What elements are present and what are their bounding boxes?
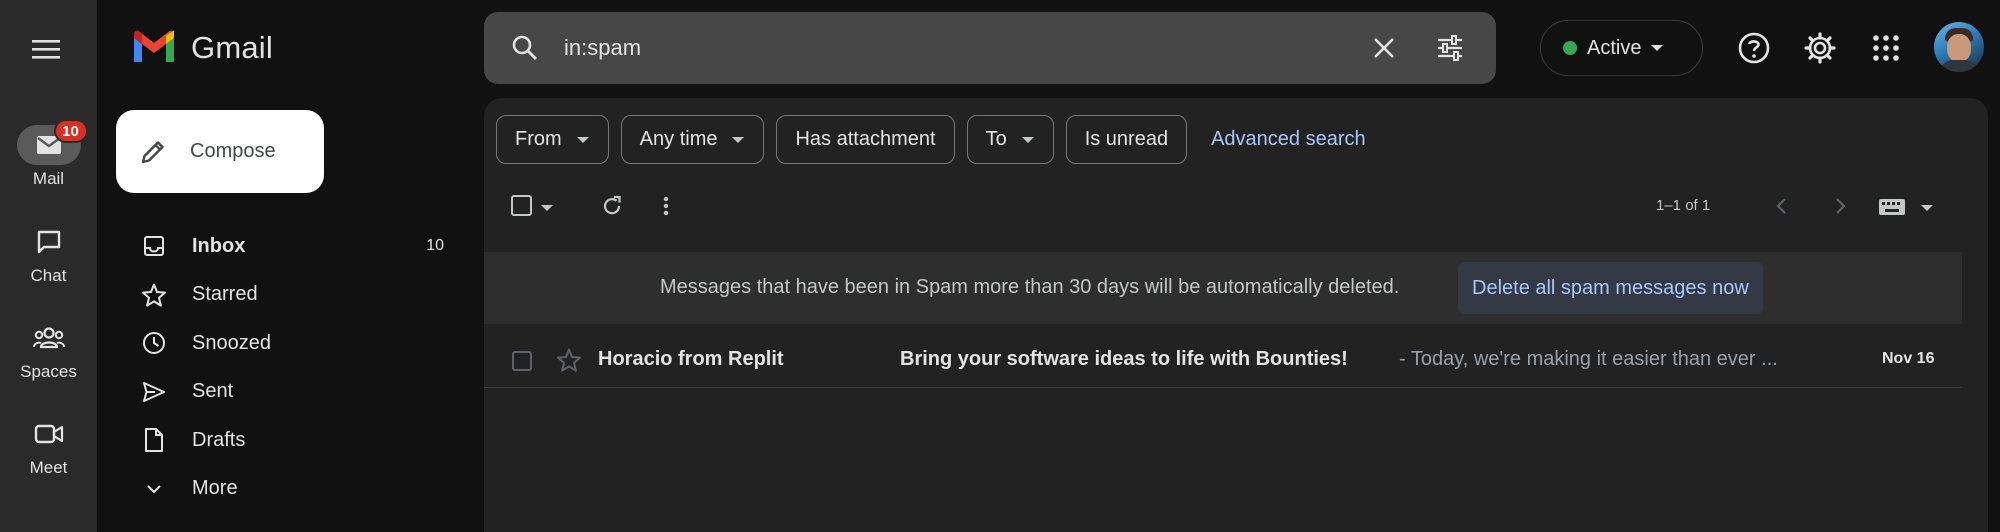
chat-icon xyxy=(17,222,81,262)
rail-spaces[interactable]: Spaces xyxy=(0,318,97,382)
status-label: Active xyxy=(1587,36,1642,59)
chevron-down-icon xyxy=(140,475,168,503)
main-menu-icon[interactable] xyxy=(26,32,66,66)
more-vert-icon[interactable] xyxy=(662,194,670,218)
search-icon[interactable] xyxy=(510,33,540,63)
gmail-logo[interactable]: Gmail xyxy=(131,30,273,66)
chip-label-to: To xyxy=(985,128,1007,150)
filter-chip-from[interactable]: From xyxy=(496,115,609,164)
delete-all-spam-button[interactable]: Delete all spam messages now xyxy=(1458,262,1763,314)
status-selector[interactable]: Active xyxy=(1540,20,1703,76)
search-bar xyxy=(484,12,1496,84)
sidebar-label-starred: Starred xyxy=(192,283,258,306)
chip-label-from: From xyxy=(515,128,562,150)
gmail-m-icon xyxy=(134,30,174,62)
mail-icon: 10 xyxy=(16,119,88,165)
keyboard-icon[interactable] xyxy=(1878,198,1906,216)
apps-grid-icon[interactable] xyxy=(1868,30,1904,66)
sidebar-label-more: More xyxy=(192,477,238,500)
main-panel: From Any time Has attachment To Is unrea… xyxy=(484,98,1988,532)
clear-search-icon[interactable] xyxy=(1368,32,1400,64)
rail-label-meet: Meet xyxy=(29,458,68,477)
caret-down-icon xyxy=(1021,136,1035,144)
pencil-icon xyxy=(141,140,164,163)
chevron-right-icon[interactable] xyxy=(1830,194,1850,218)
refresh-icon[interactable] xyxy=(600,194,624,218)
rail-label-mail: Mail xyxy=(32,169,65,188)
filter-chip-to[interactable]: To xyxy=(966,115,1054,164)
compose-button[interactable]: Compose xyxy=(116,110,324,193)
meet-icon xyxy=(17,414,81,454)
input-tools-caret-icon[interactable] xyxy=(1920,204,1934,212)
chip-label-is-unread: Is unread xyxy=(1084,128,1169,150)
select-all-checkbox[interactable] xyxy=(510,194,534,218)
help-icon[interactable] xyxy=(1736,30,1772,66)
sidebar-label-drafts: Drafts xyxy=(192,428,246,451)
mail-nav: Inbox 10 Starred Snoozed Sent Drafts Mor… xyxy=(97,222,484,513)
sidebar-item-more[interactable]: More xyxy=(97,465,484,514)
account-avatar[interactable] xyxy=(1934,22,1984,72)
sidebar-item-starred[interactable]: Starred xyxy=(97,271,484,320)
sidebar-item-snoozed[interactable]: Snoozed xyxy=(97,319,484,368)
rail-mail[interactable]: 10 Mail xyxy=(0,119,97,189)
spam-notice-banner: Messages that have been in Spam more tha… xyxy=(484,252,1962,324)
search-input[interactable] xyxy=(564,35,1324,61)
rail-chat[interactable]: Chat xyxy=(0,222,97,286)
filter-chip-has-attachment[interactable]: Has attachment xyxy=(776,115,955,164)
compose-label: Compose xyxy=(190,140,276,162)
mail-unread-badge: 10 xyxy=(53,119,88,143)
app-rail: 10 Mail Chat Spaces Meet xyxy=(0,0,97,532)
sidebar-label-sent: Sent xyxy=(192,380,234,403)
spam-notice-text: Messages that have been in Spam more tha… xyxy=(660,276,1400,298)
sidebar: Gmail Compose Inbox 10 Starred Snoozed S… xyxy=(97,0,484,532)
caret-down-icon xyxy=(576,136,590,144)
gear-icon[interactable] xyxy=(1802,30,1838,66)
chevron-left-icon[interactable] xyxy=(1772,194,1792,218)
message-row[interactable]: Horacio from Replit Bring your software … xyxy=(484,326,1962,388)
pagination-label: 1–1 of 1 xyxy=(1656,197,1711,214)
advanced-search-link[interactable]: Advanced search xyxy=(1211,128,1366,151)
message-date: Nov 16 xyxy=(1882,350,1935,367)
clock-icon xyxy=(140,329,168,357)
search-filter-chips: From Any time Has attachment To Is unrea… xyxy=(496,115,1366,164)
sidebar-item-drafts[interactable]: Drafts xyxy=(97,416,484,465)
draft-icon xyxy=(140,426,168,454)
inbox-count: 10 xyxy=(426,237,444,255)
message-sender: Horacio from Replit xyxy=(598,348,784,370)
sidebar-item-sent[interactable]: Sent xyxy=(97,368,484,417)
row-checkbox[interactable] xyxy=(511,350,533,372)
caret-down-icon xyxy=(1649,43,1665,53)
inbox-icon xyxy=(140,232,168,260)
status-dot-icon xyxy=(1563,41,1577,55)
filter-chip-any-time[interactable]: Any time xyxy=(620,115,765,164)
caret-down-icon xyxy=(731,136,745,144)
search-options-icon[interactable] xyxy=(1434,32,1466,64)
select-options-caret-icon[interactable] xyxy=(540,204,554,212)
rail-meet[interactable]: Meet xyxy=(0,414,97,478)
message-snippet: - Today, we're making it easier than eve… xyxy=(1399,348,1778,370)
sidebar-label-inbox: Inbox xyxy=(192,234,246,257)
sidebar-item-inbox[interactable]: Inbox 10 xyxy=(97,222,484,271)
filter-chip-is-unread[interactable]: Is unread xyxy=(1065,115,1188,164)
chip-label-any-time: Any time xyxy=(639,128,718,150)
app-name: Gmail xyxy=(191,30,273,65)
rail-label-chat: Chat xyxy=(30,266,67,285)
list-toolbar: 1–1 of 1 xyxy=(484,180,1988,230)
message-subject: Bring your software ideas to life with B… xyxy=(900,348,1348,370)
chip-label-has-attachment: Has attachment xyxy=(795,128,936,150)
star-icon[interactable] xyxy=(556,347,582,373)
spaces-icon xyxy=(17,318,81,358)
star-icon xyxy=(140,281,168,309)
rail-label-spaces: Spaces xyxy=(20,362,77,381)
send-icon xyxy=(140,378,168,406)
sidebar-label-snoozed: Snoozed xyxy=(192,331,271,354)
